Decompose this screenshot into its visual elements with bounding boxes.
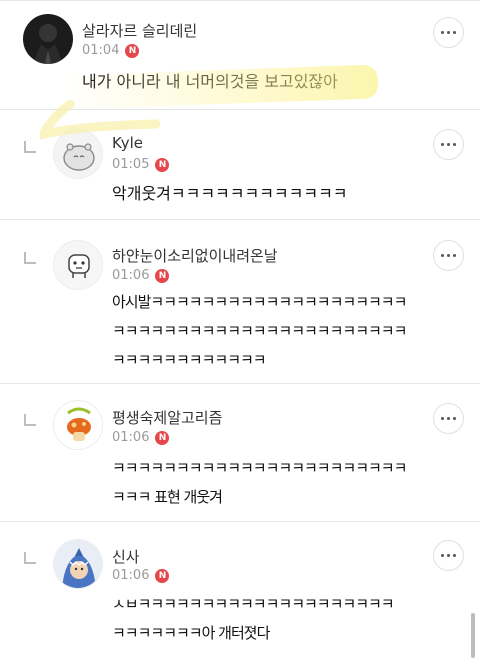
more-options-button[interactable]: [433, 540, 464, 571]
dark-suit-avatar-icon: [23, 14, 73, 64]
scrollbar[interactable]: [471, 613, 475, 658]
new-badge: N: [125, 43, 140, 58]
comment-time: 01:05: [112, 157, 150, 172]
new-badge: N: [155, 430, 170, 445]
more-horizontal-icon: [441, 554, 444, 557]
comment-meta: 01:06 N: [112, 430, 170, 445]
penguin-avatar-icon: [54, 241, 102, 289]
comment-item: 평생숙제알고리즘 01:06 N ㅋㅋㅋㅋㅋㅋㅋㅋㅋㅋㅋㅋㅋㅋㅋㅋㅋㅋㅋㅋㅋㅋㅋ…: [0, 384, 480, 522]
reply-corner-icon: [24, 414, 36, 426]
comment-time: 01:06: [112, 568, 150, 583]
comment-time: 01:04: [82, 43, 120, 58]
comment-thread: 살라자르 슬리데린 01:04 N 내가 아니라 내 너머의것을 보고있잖아 K…: [0, 0, 480, 666]
new-badge: N: [155, 568, 170, 583]
avatar[interactable]: [23, 14, 73, 64]
comment-meta: 01:06 N: [112, 268, 170, 283]
more-horizontal-icon: [441, 143, 444, 146]
new-badge: N: [155, 157, 170, 172]
more-options-button[interactable]: [433, 240, 464, 271]
more-horizontal-icon: [441, 417, 444, 420]
author-name[interactable]: 하얀눈이소리없이내려온날: [112, 245, 278, 266]
comment-item: 하얀눈이소리없이내려온날 01:06 N 아시발ㅋㅋㅋㅋㅋㅋㅋㅋㅋㅋㅋㅋㅋㅋㅋㅋ…: [0, 220, 480, 384]
author-name[interactable]: 살라자르 슬리데린: [82, 20, 197, 41]
avatar[interactable]: [53, 240, 103, 290]
more-options-button[interactable]: [433, 17, 464, 48]
comment-item: Kyle 01:05 N 악개웃겨ㅋㅋㅋㅋㅋㅋㅋㅋㅋㅋㅋㅋ: [0, 110, 480, 220]
author-name[interactable]: Kyle: [112, 134, 143, 152]
avatar[interactable]: [53, 129, 103, 179]
comment-meta: 01:06 N: [112, 568, 170, 583]
reply-corner-icon: [24, 141, 36, 153]
reply-corner-icon: [24, 252, 36, 264]
reply-corner-icon: [24, 552, 36, 564]
new-badge: N: [155, 268, 170, 283]
comment-body: ㅋㅋㅋㅋㅋㅋㅋㅋㅋㅋㅋㅋㅋㅋㅋㅋㅋㅋㅋㅋㅋㅋㅋ ㅋㅋㅋ 표현 개웃겨: [112, 459, 407, 506]
comment-item: 살라자르 슬리데린 01:04 N 내가 아니라 내 너머의것을 보고있잖아: [0, 6, 480, 110]
hippo-avatar-icon: [54, 130, 102, 178]
comment-body: 아시발ㅋㅋㅋㅋㅋㅋㅋㅋㅋㅋㅋㅋㅋㅋㅋㅋㅋㅋㅋㅋ ㅋㅋㅋㅋㅋㅋㅋㅋㅋㅋㅋㅋㅋㅋㅋㅋ…: [112, 293, 407, 369]
author-name[interactable]: 신사: [112, 546, 140, 567]
avatar[interactable]: [53, 400, 103, 450]
comment-body: 내가 아니라 내 너머의것을 보고있잖아: [82, 72, 338, 91]
author-name[interactable]: 평생숙제알고리즘: [112, 407, 222, 428]
more-horizontal-icon: [441, 31, 444, 34]
comment-time: 01:06: [112, 430, 150, 445]
more-horizontal-icon: [441, 254, 444, 257]
comment-item: 신사 01:06 N ㅅㅂㅋㅋㅋㅋㅋㅋㅋㅋㅋㅋㅋㅋㅋㅋㅋㅋㅋㅋㅋㅋ ㅋㅋㅋㅋㅋㅋ…: [0, 522, 480, 666]
comment-body: 악개웃겨ㅋㅋㅋㅋㅋㅋㅋㅋㅋㅋㅋㅋ: [112, 184, 348, 203]
shark-costume-avatar-icon: [54, 540, 102, 588]
more-options-button[interactable]: [433, 129, 464, 160]
comment-time: 01:06: [112, 268, 150, 283]
comment-meta: 01:05 N: [112, 157, 170, 172]
avatar[interactable]: [53, 539, 103, 589]
mushroom-avatar-icon: [54, 401, 102, 449]
comment-body: ㅅㅂㅋㅋㅋㅋㅋㅋㅋㅋㅋㅋㅋㅋㅋㅋㅋㅋㅋㅋㅋㅋ ㅋㅋㅋㅋㅋㅋㅋ아 개터졋다: [112, 595, 395, 642]
comment-meta: 01:04 N: [82, 43, 140, 58]
more-options-button[interactable]: [433, 403, 464, 434]
